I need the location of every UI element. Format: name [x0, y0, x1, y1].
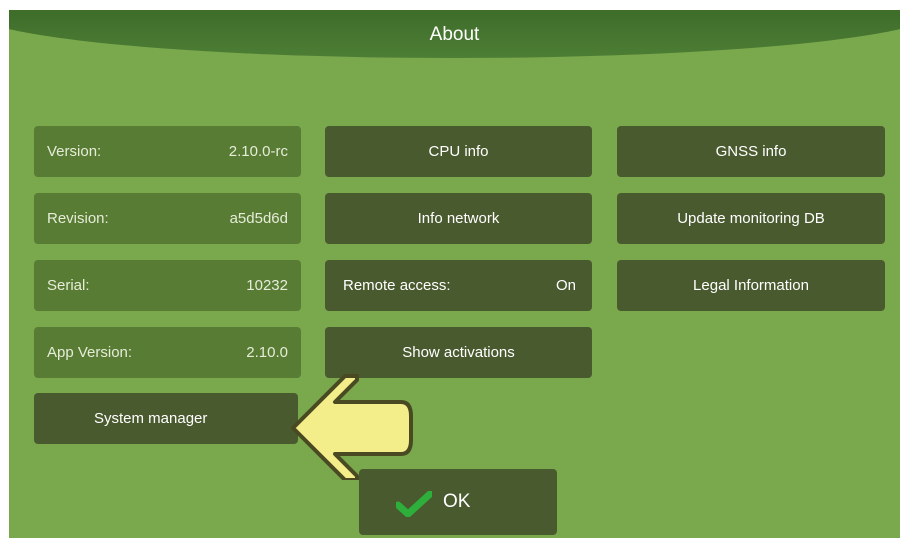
- app-version-info: App Version: 2.10.0: [34, 327, 301, 378]
- revision-info: Revision: a5d5d6d: [34, 193, 301, 244]
- system-manager-button[interactable]: System manager: [34, 393, 298, 444]
- show-activations-label: Show activations: [402, 344, 515, 361]
- cpu-info-button[interactable]: CPU info: [325, 126, 592, 177]
- about-screen: About Version: 2.10.0-rc Revision: a5d5d…: [9, 10, 900, 538]
- remote-access-value: On: [555, 277, 576, 294]
- app-version-value: 2.10.0: [246, 344, 288, 361]
- remote-access-button[interactable]: Remote access: On: [325, 260, 592, 311]
- ok-label: OK: [443, 491, 471, 512]
- info-network-label: Info network: [417, 210, 500, 227]
- checkmark-icon: [396, 491, 432, 517]
- version-value: 2.10.0-rc: [228, 143, 288, 160]
- legal-information-label: Legal Information: [693, 277, 809, 294]
- version-info: Version: 2.10.0-rc: [34, 126, 301, 177]
- arrow-left-icon: [291, 374, 413, 480]
- gnss-info-label: GNSS info: [715, 143, 787, 160]
- info-network-button[interactable]: Info network: [325, 193, 592, 244]
- remote-access-label: Remote access:: [343, 277, 451, 294]
- serial-label: Serial:: [47, 277, 90, 294]
- app-version-label: App Version:: [47, 344, 133, 361]
- version-label: Version:: [47, 143, 102, 160]
- serial-info: Serial: 10232: [34, 260, 301, 311]
- update-monitoring-db-button[interactable]: Update monitoring DB: [617, 193, 885, 244]
- revision-label: Revision:: [47, 210, 109, 227]
- gnss-info-button[interactable]: GNSS info: [617, 126, 885, 177]
- legal-information-button[interactable]: Legal Information: [617, 260, 885, 311]
- cpu-info-label: CPU info: [428, 143, 489, 160]
- update-monitoring-db-label: Update monitoring DB: [677, 210, 825, 227]
- serial-value: 10232: [246, 277, 288, 294]
- system-manager-label: System manager: [94, 410, 208, 427]
- page-title: About: [429, 24, 480, 45]
- revision-value: a5d5d6d: [229, 210, 288, 227]
